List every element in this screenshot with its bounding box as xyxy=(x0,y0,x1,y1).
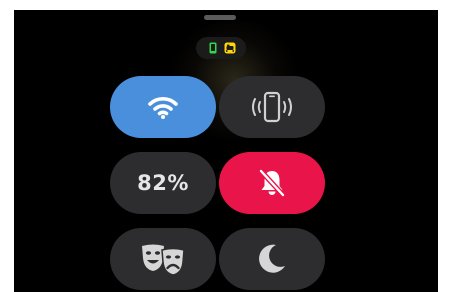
phone-connected-icon xyxy=(209,42,217,54)
status-indicators xyxy=(196,37,246,59)
watch-screen: 82% xyxy=(14,10,438,292)
theater-masks-icon xyxy=(142,244,185,276)
wifi-icon xyxy=(148,97,178,119)
sleep-mode-icon xyxy=(224,42,236,54)
grab-handle[interactable] xyxy=(204,15,236,20)
moon-icon xyxy=(259,244,285,273)
wifi-toggle[interactable] xyxy=(110,76,216,138)
do-not-disturb-toggle[interactable] xyxy=(219,228,325,290)
ping-iphone-button[interactable] xyxy=(219,76,325,138)
battery-percentage: 82% xyxy=(137,171,189,195)
theater-mode-toggle[interactable] xyxy=(110,228,216,290)
ping-iphone-icon xyxy=(252,91,292,123)
silent-mode-toggle[interactable] xyxy=(219,152,325,214)
bell-slash-icon xyxy=(258,168,286,198)
battery-button[interactable]: 82% xyxy=(110,152,216,214)
